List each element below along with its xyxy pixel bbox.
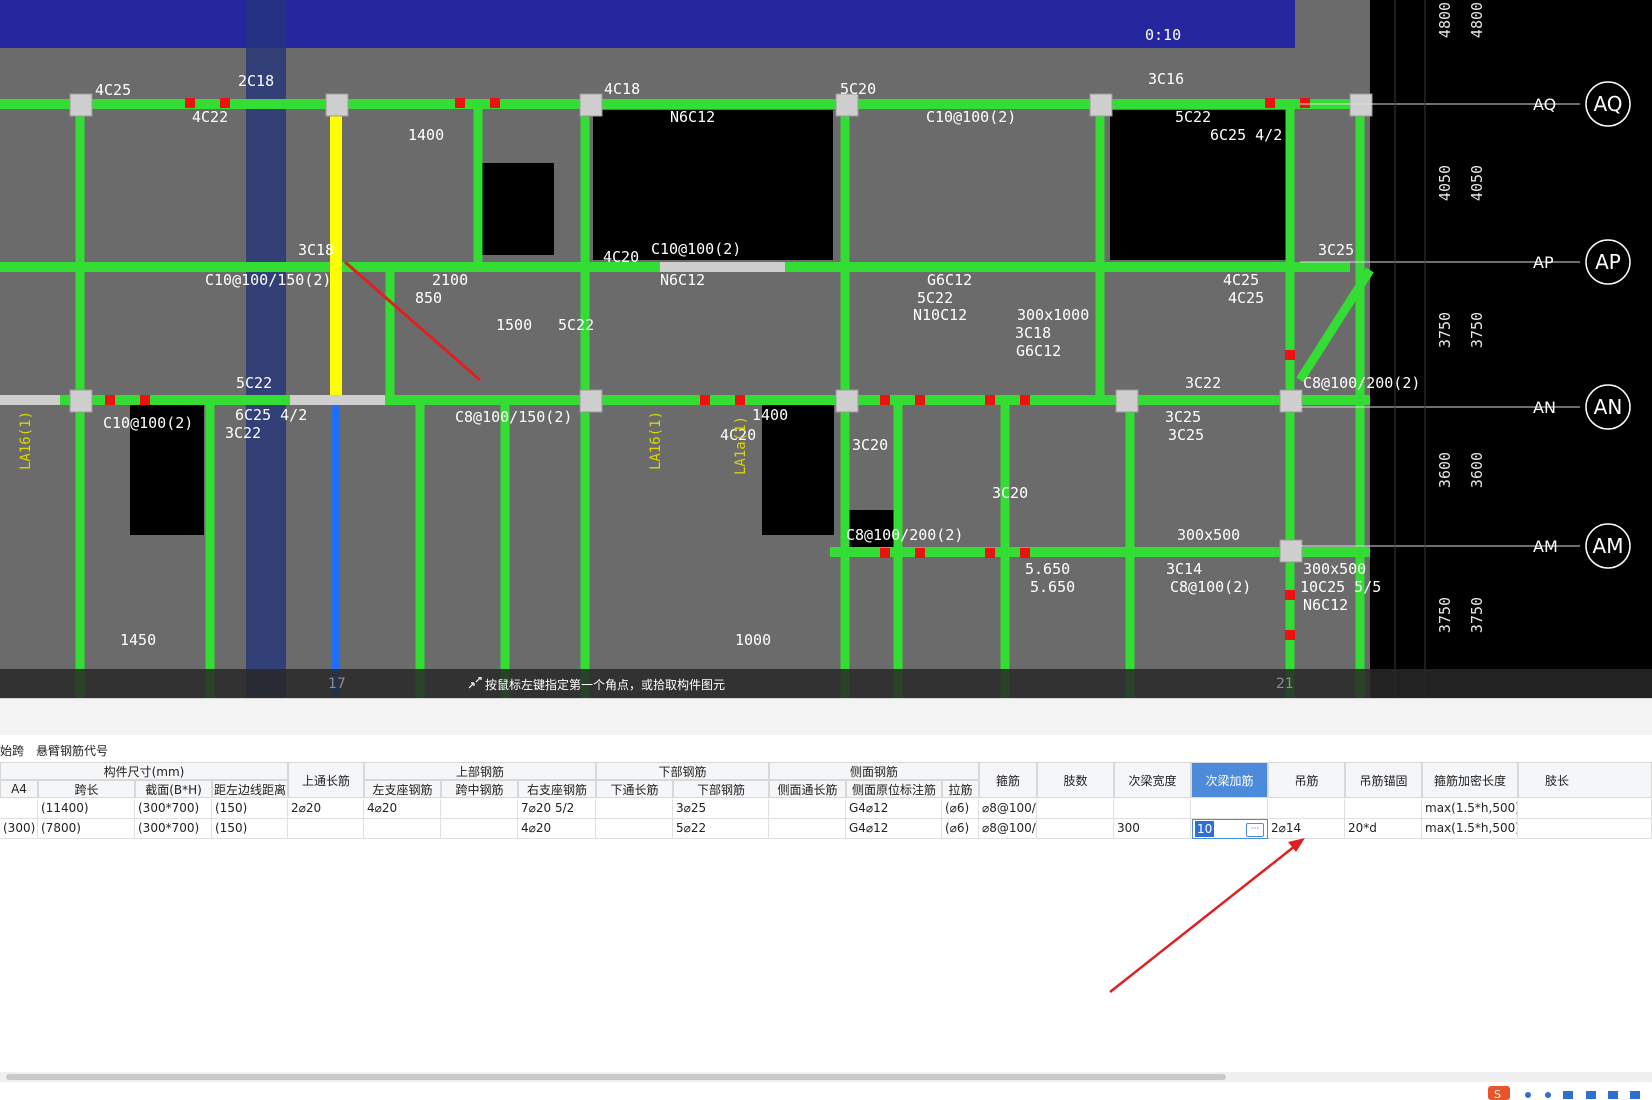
annotation-label: 6C25 4/2 [235,406,307,424]
annotation-label: C8@100/200(2) [846,526,963,544]
axis-circle-label: AP [1595,250,1621,274]
start-span-label[interactable]: 始跨 [0,742,24,759]
annotation-label: 5C20 [840,80,876,98]
opening [482,163,554,255]
annotation-label: C10@100/150(2) [205,271,331,289]
annotation-label: 3C18 [298,241,334,259]
annotation-label: 5C22 [1175,108,1211,126]
annotation-label: C10@100(2) [926,108,1016,126]
beam-label: LA1a(1) [733,416,749,475]
axis-label: AQ [1533,95,1556,114]
annotation-label: C10@100(2) [103,414,193,432]
annotation-label: 3C20 [992,484,1028,502]
annotation-label: 4C18 [604,80,640,98]
annotation-label: 300x500 [1177,526,1240,544]
annotation-label: 3C20 [852,436,888,454]
axis-label: AM [1533,537,1558,556]
annotation-label: 5C22 [558,316,594,334]
annotation-label: 3C16 [1148,70,1184,88]
annotation-label: C8@100/150(2) [455,408,572,426]
wall-segment [290,395,385,405]
axis-number: 17 [328,676,346,692]
annotation-label: 850 [415,289,442,307]
annotation-label: N6C12 [670,108,715,126]
annotation-label: 1450 [120,631,156,649]
annotation-label: G6C12 [1016,342,1061,360]
annotation-label: 1000 [735,631,771,649]
hatched-band [0,0,1295,48]
annotation-label: 5C22 [917,289,953,307]
annotation-label: 3C22 [1185,374,1221,392]
annotation-label: 4C20 [603,248,639,266]
annotation-label: 6C25 4/2 [1210,126,1282,144]
annotation-label: 4C25 [1223,271,1259,289]
annotation-label: 2100 [432,271,468,289]
annotation-label: 300x500 [1303,560,1366,578]
panel-divider [0,698,1652,735]
annotation-label: N10C12 [913,306,967,324]
annotation-label: C8@100(2) [1170,578,1251,596]
wall-segment [0,395,60,405]
annotation-label: N6C12 [660,271,705,289]
red-arrow-callout [1109,838,1305,993]
annotation-label: 5.650 [1030,578,1075,596]
cad-drawing-canvas[interactable]: AQ AQ AP AP AN AN AM AM 4800 4800 4050 4050 3750 375… [0,0,1652,698]
annotation-label: C10@100(2) [651,240,741,258]
annotation-label: 0:10 [1145,26,1181,44]
opening [762,405,834,535]
annotation-label: 5.650 [1025,560,1070,578]
dimension-label: 3750 [1436,312,1454,348]
annotation-label: 4C25 [1228,289,1264,307]
annotation-label: 1400 [408,126,444,144]
cad-drawing[interactable]: AQ AQ AP AP AN AN AM AM 4800 4800 4050 4050 3750 375… [0,0,1652,698]
status-bar: 按鼠标左键指定第一个角点，或拾取构件图元 17 21 [0,669,1652,698]
dimension-label: 4050 [1468,165,1486,201]
axis-label: AP [1533,253,1554,272]
annotation-label: 4C25 [95,81,131,99]
axis-circle-label: AQ [1593,92,1622,116]
dimension-label: 3750 [1468,597,1486,633]
status-message: 按鼠标左键指定第一个角点，或拾取构件图元 [485,678,726,692]
annotation-label: 1400 [752,406,788,424]
axis-circle-label: AM [1593,534,1624,558]
dimension-label: 3600 [1436,452,1454,488]
dimension-label: 4800 [1468,2,1486,38]
annotation-label: 4C22 [192,108,228,126]
dimension-label: 3750 [1468,312,1486,348]
annotation-label: 5C22 [236,374,272,392]
axis-circles: AQ AQ AP AP AN AN AM AM [1533,81,1631,569]
beam-label: LA16(1) [18,411,34,470]
annotation-label: N6C12 [1303,596,1348,614]
dimension-label: 3600 [1468,452,1486,488]
annotation-label: 3C22 [225,424,261,442]
cantilever-code-label[interactable]: 悬臂钢筋代号 [36,742,108,759]
annotation-label: 3C25 [1168,426,1204,444]
annotation-label: 3C25 [1318,241,1354,259]
annotation-label: G6C12 [927,271,972,289]
opening [593,110,833,260]
dimension-label: 4050 [1436,165,1454,201]
annotation-label: 3C18 [1015,324,1051,342]
axis-number: 21 [1276,676,1294,692]
cursor-icon [468,677,482,689]
annotation-label: 3C14 [1166,560,1202,578]
annotation-label: C8@100/200(2) [1303,374,1420,392]
dimension-label: 4800 [1436,2,1454,38]
beam-label: LA16(1) [648,411,664,470]
annotation-label: 1500 [496,316,532,334]
dimension-label: 3750 [1436,597,1454,633]
annotation-label: 3C25 [1165,408,1201,426]
annotation-label: 300x1000 [1017,306,1089,324]
axis-circle-label: AN [1594,395,1623,419]
axis-label: AN [1533,398,1556,417]
annotation-label: 2C18 [238,72,274,90]
annotation-label: 10C25 5/5 [1300,578,1381,596]
right-dimensions: 4800 4800 4050 4050 3750 3750 3600 3600 3750 3750 [1436,2,1486,633]
